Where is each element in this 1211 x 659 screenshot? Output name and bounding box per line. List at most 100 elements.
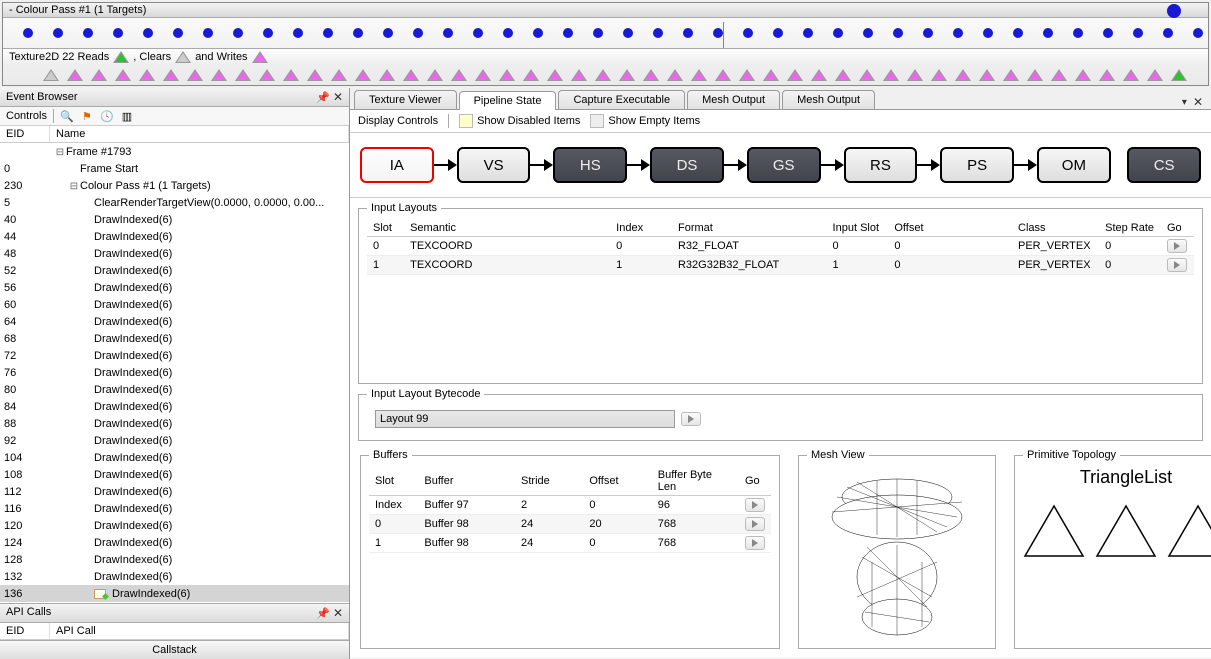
timeline-dot[interactable] [473, 28, 483, 38]
triangle-pink-icon[interactable] [1051, 69, 1067, 81]
triangle-pink-icon[interactable] [475, 69, 491, 81]
timeline-dot[interactable] [263, 28, 273, 38]
api-col-call[interactable]: API Call [50, 623, 349, 639]
triangle-pink-icon[interactable] [1099, 69, 1115, 81]
pin-icon[interactable]: 📌 [316, 608, 330, 620]
table-row[interactable]: 0Buffer 982420768 [369, 515, 771, 534]
timeline-dot[interactable] [623, 28, 633, 38]
triangle-pink-icon[interactable] [1147, 69, 1163, 81]
col-header[interactable]: Class [1012, 220, 1099, 237]
triangle-pink-icon[interactable] [1003, 69, 1019, 81]
timeline-dot[interactable] [833, 28, 843, 38]
triangle-pink-icon[interactable] [67, 69, 83, 81]
timeline-dot[interactable] [1043, 28, 1053, 38]
go-arrow-icon[interactable] [1167, 258, 1187, 272]
timeline-dot[interactable] [803, 28, 813, 38]
triangle-pink-icon[interactable] [691, 69, 707, 81]
event-row[interactable]: 40DrawIndexed(6) [0, 211, 349, 228]
timeline-dot[interactable] [53, 28, 63, 38]
clock-icon[interactable]: 🕓 [100, 109, 114, 123]
event-row[interactable]: 52DrawIndexed(6) [0, 262, 349, 279]
table-row[interactable]: 0TEXCOORD0R32_FLOAT00PER_VERTEX0 [367, 237, 1194, 256]
tab-pipeline-state[interactable]: Pipeline State [459, 91, 557, 110]
timeline-dot[interactable] [773, 28, 783, 38]
mesh-preview[interactable] [807, 467, 987, 637]
triangle-pink-icon[interactable] [403, 69, 419, 81]
table-row[interactable]: 1Buffer 98240768 [369, 534, 771, 553]
timeline-dot[interactable] [443, 28, 453, 38]
timeline-dot[interactable] [173, 28, 183, 38]
triangle-pink-icon[interactable] [307, 69, 323, 81]
triangle-pink-icon[interactable] [667, 69, 683, 81]
close-icon[interactable]: ✕ [333, 606, 343, 620]
timeline-dot[interactable] [1013, 28, 1023, 38]
timeline-dot[interactable] [743, 28, 753, 38]
timeline-dot[interactable] [683, 28, 693, 38]
event-row[interactable]: 68DrawIndexed(6) [0, 330, 349, 347]
tab-mesh-output[interactable]: Mesh Output [782, 90, 875, 109]
triangle-pink-icon[interactable] [739, 69, 755, 81]
triangle-pink-icon[interactable] [1123, 69, 1139, 81]
timeline-dot[interactable] [533, 28, 543, 38]
triangle-pink-icon[interactable] [811, 69, 827, 81]
expand-icon[interactable]: ⊟ [68, 181, 80, 192]
event-row[interactable]: 128DrawIndexed(6) [0, 551, 349, 568]
tab-mesh-output[interactable]: Mesh Output [687, 90, 780, 109]
triangle-pink-icon[interactable] [211, 69, 227, 81]
triangle-pink-icon[interactable] [187, 69, 203, 81]
stage-cs[interactable]: CS [1127, 147, 1201, 183]
close-icon[interactable]: ✕ [333, 90, 343, 104]
timeline-dot[interactable] [893, 28, 903, 38]
triangle-pink-icon[interactable] [619, 69, 635, 81]
triangle-pink-icon[interactable] [715, 69, 731, 81]
triangle-pink-icon[interactable] [139, 69, 155, 81]
show-empty-toggle[interactable]: Show Empty Items [590, 114, 700, 128]
event-row[interactable]: 88DrawIndexed(6) [0, 415, 349, 432]
timeline-dot[interactable] [1163, 28, 1173, 38]
timeline-dot[interactable] [983, 28, 993, 38]
timeline-dot[interactable] [293, 28, 303, 38]
event-row[interactable]: 116DrawIndexed(6) [0, 500, 349, 517]
event-row[interactable]: 124DrawIndexed(6) [0, 534, 349, 551]
stage-om[interactable]: OM [1037, 147, 1111, 183]
triangle-pink-icon[interactable] [235, 69, 251, 81]
event-tree[interactable]: ⊟Frame #17930Frame Start230⊟Colour Pass … [0, 143, 349, 603]
stage-hs[interactable]: HS [553, 147, 627, 183]
col-header[interactable]: Go [1161, 220, 1194, 237]
event-row[interactable]: 120DrawIndexed(6) [0, 517, 349, 534]
timeline-dot[interactable] [1133, 28, 1143, 38]
event-row[interactable]: 112DrawIndexed(6) [0, 483, 349, 500]
timeline-dot[interactable] [233, 28, 243, 38]
tabs-close-icon[interactable]: ✕ [1193, 95, 1203, 109]
triangle-pink-icon[interactable] [91, 69, 107, 81]
triangle-pink-icon[interactable] [907, 69, 923, 81]
event-row[interactable]: 104DrawIndexed(6) [0, 449, 349, 466]
tab-capture-executable[interactable]: Capture Executable [558, 90, 685, 109]
timeline-dot[interactable] [863, 28, 873, 38]
triangle-pink-icon[interactable] [643, 69, 659, 81]
triangle-pink-icon[interactable] [379, 69, 395, 81]
triangle-gray-icon[interactable] [43, 69, 59, 81]
triangle-green-icon[interactable] [1171, 69, 1187, 81]
event-row[interactable]: 5ClearRenderTargetView(0.0000, 0.0000, 0… [0, 194, 349, 211]
go-arrow-icon[interactable] [745, 536, 765, 550]
triangle-pink-icon[interactable] [523, 69, 539, 81]
event-row[interactable]: ⊟Frame #1793 [0, 143, 349, 160]
timeline-dot[interactable] [1193, 28, 1203, 38]
event-row[interactable]: 0Frame Start [0, 160, 349, 177]
go-arrow-icon[interactable] [745, 517, 765, 531]
col-header[interactable]: Input Slot [827, 220, 889, 237]
triangle-pink-icon[interactable] [451, 69, 467, 81]
timeline-dot[interactable] [83, 28, 93, 38]
col-header[interactable]: Slot [367, 220, 404, 237]
bars-icon[interactable]: ▥ [120, 109, 134, 123]
triangle-pink-icon[interactable] [931, 69, 947, 81]
table-row[interactable]: 1TEXCOORD1R32G32B32_FLOAT10PER_VERTEX0 [367, 256, 1194, 275]
timeline-dot[interactable] [953, 28, 963, 38]
callstack-button[interactable]: Callstack [0, 640, 349, 659]
col-header[interactable]: Stride [515, 467, 583, 496]
go-arrow-icon[interactable] [745, 498, 765, 512]
col-eid[interactable]: EID [0, 126, 50, 142]
triangle-pink-icon[interactable] [115, 69, 131, 81]
triangle-pink-icon[interactable] [883, 69, 899, 81]
